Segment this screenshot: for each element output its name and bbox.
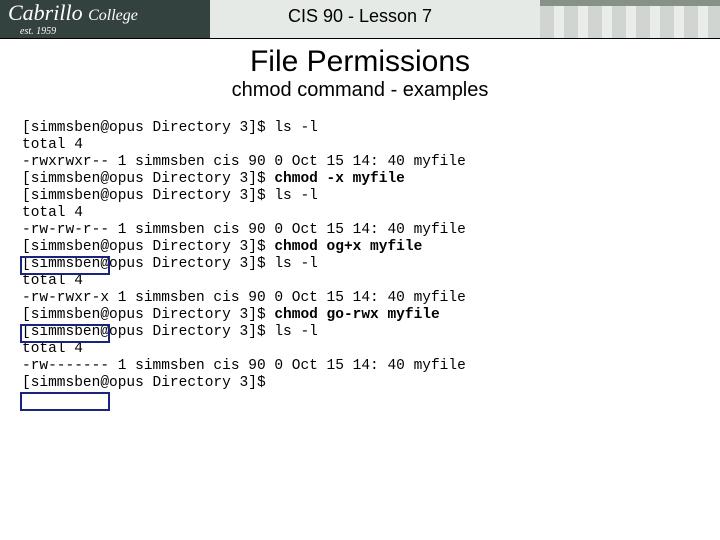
permission-highlight-box xyxy=(20,392,110,411)
output-line: total 4 xyxy=(22,341,83,357)
cmd: ls -l xyxy=(274,188,318,204)
cmd-bold: chmod og+x myfile xyxy=(274,239,422,255)
slide-heading: File Permissions xyxy=(0,45,720,79)
prompt: [simmsben@opus Directory 3]$ xyxy=(22,239,274,255)
prompt: [simmsben@opus Directory 3]$ xyxy=(22,188,274,204)
cmd-bold: chmod go-rwx myfile xyxy=(274,307,439,323)
output-line: total 4 xyxy=(22,137,83,153)
banner-underline xyxy=(0,38,720,39)
output-line: -rw------- 1 simmsben cis 90 0 Oct 15 14… xyxy=(22,358,466,374)
prompt: [simmsben@opus Directory 3]$ xyxy=(22,256,274,272)
prompt: [simmsben@opus Directory 3]$ xyxy=(22,171,274,187)
logo-est: est. 1959 xyxy=(0,27,210,37)
course-title: CIS 90 - Lesson 7 xyxy=(0,6,720,27)
slide-subheading: chmod command - examples xyxy=(0,79,720,102)
cmd: ls -l xyxy=(274,256,318,272)
output-line: -rw-rwxr-x 1 simmsben cis 90 0 Oct 15 14… xyxy=(22,290,466,306)
prompt: [simmsben@opus Directory 3]$ xyxy=(22,375,266,391)
output-line: -rw-rw-r-- 1 simmsben cis 90 0 Oct 15 14… xyxy=(22,222,466,238)
cmd: ls -l xyxy=(274,324,318,340)
output-line: total 4 xyxy=(22,273,83,289)
output-line: total 4 xyxy=(22,205,83,221)
prompt: [simmsben@opus Directory 3]$ xyxy=(22,307,274,323)
banner: Cabrillo College est. 1959 CIS 90 - Less… xyxy=(0,0,720,38)
cmd: ls -l xyxy=(274,120,318,136)
prompt: [simmsben@opus Directory 3]$ xyxy=(22,324,274,340)
output-line: -rwxrwxr-- 1 simmsben cis 90 0 Oct 15 14… xyxy=(22,154,466,170)
terminal-output: [simmsben@opus Directory 3]$ ls -l total… xyxy=(0,120,720,392)
prompt: [simmsben@opus Directory 3]$ xyxy=(22,120,274,136)
cmd-bold: chmod -x myfile xyxy=(274,171,405,187)
